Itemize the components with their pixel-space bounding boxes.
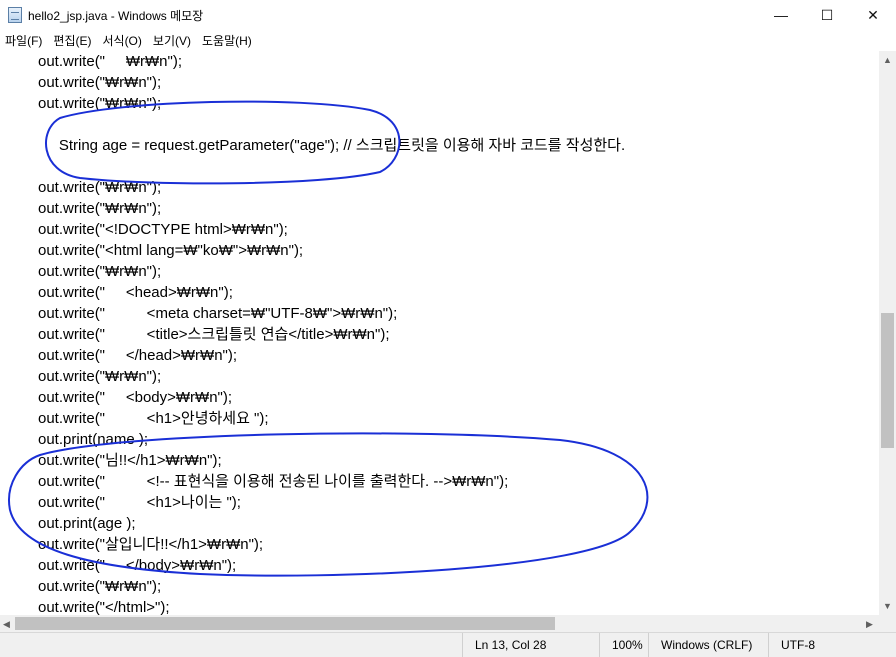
code-line: out.write("₩r₩n"); [38, 95, 162, 112]
menu-file[interactable]: 파일(F) [0, 32, 48, 49]
code-line: out.write(" <h1>나이는 "); [38, 494, 241, 511]
code-line: out.write("살입니다!!</h1>₩r₩n"); [38, 536, 264, 553]
code-line: out.write("₩r₩n"); [38, 179, 162, 196]
maximize-button[interactable]: ☐ [804, 0, 850, 30]
code-line: out.write(" <h1>안녕하세요 "); [38, 410, 269, 427]
code-line: out.write("₩r₩n"); [38, 74, 162, 91]
code-line: out.print(name ); [38, 431, 149, 448]
code-line: out.write("₩r₩n"); [38, 263, 162, 280]
scrollbar-corner [879, 615, 896, 632]
menu-help[interactable]: 도움말(H) [197, 32, 258, 49]
code-line: out.write(" </body>₩r₩n"); [38, 557, 237, 574]
code-line: out.write(" <meta charset=₩"UTF-8₩">₩r₩n… [38, 305, 398, 322]
encoding: UTF-8 [768, 633, 881, 657]
notepad-icon [8, 7, 22, 23]
vertical-scrollbar[interactable]: ▲ ▼ [879, 51, 896, 615]
minimize-button[interactable]: — [758, 0, 804, 30]
scroll-up-icon[interactable]: ▲ [883, 55, 892, 65]
code-line: out.write(" <title>스크립틀릿 연습</title>₩r₩n"… [38, 326, 390, 343]
window-controls: — ☐ ✕ [758, 0, 896, 30]
menu-view[interactable]: 보기(V) [148, 32, 197, 49]
scroll-left-icon[interactable]: ◀ [3, 619, 10, 629]
vertical-scroll-thumb[interactable] [881, 312, 894, 448]
code-line: out.write("<html lang=₩"ko₩">₩r₩n"); [38, 242, 304, 259]
scroll-right-icon[interactable]: ▶ [866, 619, 873, 629]
title-bar: hello2_jsp.java - Windows 메모장 — ☐ ✕ [0, 0, 896, 30]
line-ending: Windows (CRLF) [648, 633, 769, 657]
code-line: out.write("₩r₩n"); [38, 200, 162, 217]
close-button[interactable]: ✕ [850, 0, 896, 30]
code-line: String age = request.getParameter("age")… [38, 137, 626, 154]
code-line: out.write(" ₩r₩n"); [38, 53, 182, 70]
code-line: out.write(" </head>₩r₩n"); [38, 347, 238, 364]
code-line: out.write("<!DOCTYPE html>₩r₩n"); [38, 221, 288, 238]
code-line: out.write("₩r₩n"); [38, 368, 162, 385]
code-line: out.write(" <head>₩r₩n"); [38, 284, 233, 301]
horizontal-scroll-thumb[interactable] [15, 617, 555, 630]
menu-edit[interactable]: 편집(E) [48, 32, 97, 49]
code-line: out.write(" <body>₩r₩n"); [38, 389, 233, 406]
cursor-position: Ln 13, Col 28 [462, 633, 613, 657]
code-line: out.print(age ); [38, 515, 136, 532]
code-line: out.write(" <!-- 표현식을 이용해 전송된 나이를 출력한다. … [38, 473, 509, 490]
text-editor[interactable]: out.write(" ₩r₩n"); out.write("₩r₩n"); o… [0, 51, 879, 615]
scroll-down-icon[interactable]: ▼ [883, 601, 892, 611]
code-line: out.write("₩r₩n"); [38, 578, 162, 595]
menu-bar: 파일(F) 편집(E) 서식(O) 보기(V) 도움말(H) [0, 30, 896, 50]
menu-format[interactable]: 서식(O) [97, 32, 147, 49]
window-title: hello2_jsp.java - Windows 메모장 [28, 8, 204, 23]
horizontal-scrollbar[interactable]: ◀ ▶ [0, 615, 879, 632]
code-line: out.write("</html>"); [38, 599, 170, 615]
status-bar: Ln 13, Col 28 100% Windows (CRLF) UTF-8 [0, 632, 896, 657]
code-line: out.write("님!!</h1>₩r₩n"); [38, 452, 222, 469]
